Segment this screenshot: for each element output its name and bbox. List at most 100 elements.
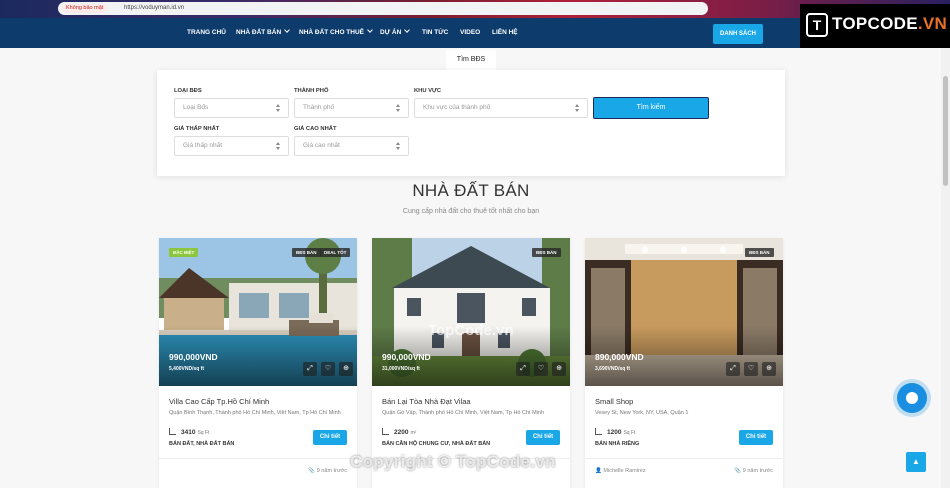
sort-arrows-icon [276, 104, 281, 112]
topcode-logo: T TOPCODE.VN [800, 4, 950, 48]
min-price-placeholder: Giá thấp nhất [183, 142, 223, 149]
logo-text-tld: .VN [917, 14, 948, 33]
ruler-icon [169, 428, 176, 435]
nav-label: TRANG CHỦ [187, 29, 226, 36]
chevron-down-icon [367, 27, 373, 33]
city-placeholder: Thành phố [303, 104, 335, 111]
address-bar[interactable]: Không bảo mật https://voduyman.id.vn [58, 2, 708, 15]
property-photo[interactable]: TopCode.vn BĐS BÁN 990,000VND 31,000VND/… [372, 238, 570, 386]
property-area: 3410 Sq Ft [169, 427, 209, 436]
nav-label: NHÀ ĐẤT BÁN [236, 29, 282, 36]
price: 990,000VND [169, 352, 218, 362]
nav-item-news[interactable]: TIN TỨC [422, 18, 448, 48]
nav-label: NHÀ ĐẤT CHO THUÊ [299, 29, 364, 36]
property-address: Quận Gò Vấp, Thành phố Hồ Chí Minh, Việt… [382, 410, 545, 416]
heart-icon[interactable]: ♡ [744, 362, 758, 376]
detail-button[interactable]: Chi tiết [526, 430, 560, 445]
type-placeholder: Loại Bđs [183, 104, 209, 111]
paperclip-icon: 📎 [308, 468, 317, 474]
nav-item-rent[interactable]: NHÀ ĐẤT CHO THUÊ [299, 18, 373, 48]
max-price-placeholder: Giá cao nhất [303, 142, 340, 149]
max-price-label: GIÁ CAO NHẤT [294, 126, 337, 132]
price-per-unit: 3,690VND/sq ft [595, 366, 631, 372]
nav-label: DỰ ÁN [380, 29, 402, 36]
city-label: THÀNH PHỐ [294, 88, 329, 94]
detail-button[interactable]: Chi tiết [739, 430, 773, 445]
search-panel: LOẠI BĐS Loại Bđs THÀNH PHỐ Thành phố KH… [157, 70, 785, 176]
property-card[interactable]: TopCode.vn BĐS BÁN 990,000VND 31,000VND/… [372, 238, 570, 488]
price: 890,000VND [595, 352, 644, 362]
sort-arrows-icon [396, 104, 401, 112]
price-per-unit: 31,000VND/sq ft [382, 366, 420, 372]
property-photo[interactable]: BĐS BÁN 890,000VND 3,690VND/sq ft ⤢ ♡ ⊕ [585, 238, 783, 386]
nav-item-projects[interactable]: DỰ ÁN [380, 18, 411, 48]
plus-circle-icon[interactable]: ⊕ [762, 362, 776, 376]
price: 990,000VND [382, 352, 431, 362]
post-date-text: 9 năm trước [316, 468, 347, 474]
property-title[interactable]: Small Shop [595, 397, 633, 406]
chat-icon[interactable] [897, 383, 927, 413]
property-address: Vesey St, New York, NY, USA, Quận 1 [595, 410, 689, 416]
listing-cta-button[interactable]: DANH SÁCH [713, 24, 763, 44]
arrow-up-icon[interactable]: ▲ [906, 452, 926, 472]
security-warning-badge[interactable]: Không bảo mật [62, 4, 108, 13]
area-value: 2200 [394, 429, 409, 436]
page-scrollbar[interactable] [941, 48, 950, 488]
logo-mark-icon: T [806, 13, 828, 37]
chevron-down-icon [404, 27, 411, 33]
min-price-label: GIÁ THẤP NHẤT [174, 126, 220, 132]
url-text[interactable]: https://voduyman.id.vn [124, 2, 184, 15]
area-value: 3410 [181, 429, 196, 436]
max-price-select[interactable]: Giá cao nhất [294, 136, 409, 156]
property-area: 2200 m² [382, 427, 416, 436]
card-divider [159, 458, 357, 459]
type-label: LOẠI BĐS [174, 88, 202, 94]
search-tab[interactable]: Tìm BĐS [446, 50, 496, 70]
detail-button[interactable]: Chi tiết [313, 430, 347, 445]
expand-icon[interactable]: ⤢ [726, 362, 740, 376]
section-title: NHÀ ĐẤT BÁN [412, 181, 530, 200]
min-price-select[interactable]: Giá thấp nhất [174, 136, 289, 156]
deal-badge: DEAL TỐT [320, 248, 351, 257]
section-subtitle: Cung cấp nhà đất cho thuê tốt nhất cho b… [402, 208, 540, 215]
type-select[interactable]: Loại Bđs [174, 98, 289, 118]
heart-icon[interactable]: ♡ [534, 362, 548, 376]
property-category: BÁN NHÀ RIÊNG [595, 441, 640, 447]
area-placeholder: Khu vực của thành phố [423, 104, 491, 111]
property-title[interactable]: Villa Cao Cấp Tp.Hồ Chí Minh [169, 397, 269, 406]
ruler-icon [595, 428, 602, 435]
post-date-text: 9 năm trước [742, 468, 773, 474]
property-card[interactable]: BĐS BÁN 890,000VND 3,690VND/sq ft ⤢ ♡ ⊕ … [585, 238, 783, 488]
nav-item-home[interactable]: TRANG CHỦ [187, 18, 226, 48]
chevron-down-icon [284, 27, 290, 33]
property-category: BÁN ĐẤT, NHÀ ĐẤT BÁN [169, 441, 235, 447]
ruler-icon [382, 428, 389, 435]
copyright-watermark: Copyright © TopCode.vn [350, 452, 556, 471]
featured-badge: ĐẶC BIỆT [169, 248, 199, 257]
property-photo[interactable]: ĐẶC BIỆT BĐS BÁN DEAL TỐT 990,000VND 5,4… [159, 238, 357, 386]
type-badge: BĐS BÁN [745, 248, 774, 257]
plus-circle-icon[interactable]: ⊕ [552, 362, 566, 376]
expand-icon[interactable]: ⤢ [303, 362, 317, 376]
nav-item-contact[interactable]: LIÊN HỆ [492, 18, 518, 48]
nav-label: LIÊN HỆ [492, 29, 518, 36]
plus-circle-icon[interactable]: ⊕ [339, 362, 353, 376]
post-date: 📎 9 năm trước [734, 468, 773, 474]
city-select[interactable]: Thành phố [294, 98, 409, 118]
area-unit: m² [410, 430, 417, 436]
logo-text-main: TOPCODE [832, 14, 918, 33]
property-card[interactable]: ĐẶC BIỆT BĐS BÁN DEAL TỐT 990,000VND 5,4… [159, 238, 357, 488]
property-category: BÁN CĂN HỘ CHUNG CƯ, NHÀ ĐẤT BÁN [382, 441, 491, 447]
nav-item-sale[interactable]: NHÀ ĐẤT BÁN [236, 18, 290, 48]
area-unit: Sq Ft [197, 430, 210, 436]
scrollbar-thumb[interactable] [943, 76, 948, 186]
area-unit: Sq Ft [623, 430, 636, 436]
property-title[interactable]: Bán Lại Tòa Nhà Đạt Vilaa [382, 397, 471, 406]
agent-name[interactable]: 👤 Michelle Ramirez [595, 468, 646, 474]
nav-item-video[interactable]: VIDEO [460, 18, 480, 48]
type-badge: BĐS BÁN [292, 248, 321, 257]
heart-icon[interactable]: ♡ [321, 362, 335, 376]
area-select[interactable]: Khu vực của thành phố [414, 98, 588, 118]
expand-icon[interactable]: ⤢ [516, 362, 530, 376]
search-button[interactable]: Tìm kiếm [593, 97, 709, 119]
